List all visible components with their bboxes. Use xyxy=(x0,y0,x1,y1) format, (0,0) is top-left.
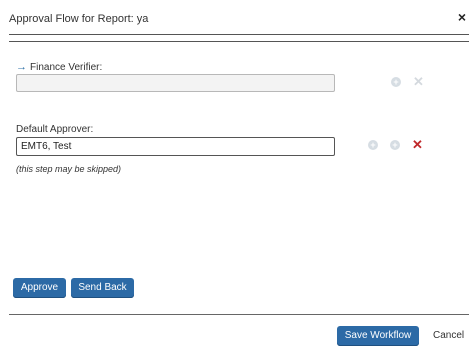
finance-verifier-label: Finance Verifier: xyxy=(30,62,103,73)
cancel-button[interactable]: Cancel xyxy=(433,330,464,341)
finance-verifier-input[interactable] xyxy=(16,74,335,92)
default-approver-label: Default Approver: xyxy=(16,124,94,135)
finance-verifier-label-row: → Finance Verifier: xyxy=(16,61,102,73)
save-workflow-button[interactable]: Save Workflow xyxy=(337,326,419,346)
add-step-below-icon: + xyxy=(390,140,400,150)
approval-flow-dialog: Approval Flow for Report: ya × → Finance … xyxy=(0,0,475,356)
skip-note: (this step may be skipped) xyxy=(16,164,122,174)
add-step-icon: + xyxy=(391,77,401,87)
remove-step-icon: ✕ xyxy=(413,74,424,89)
add-step-above-icon: + xyxy=(368,140,378,150)
remove-approver-icon[interactable]: ✕ xyxy=(412,138,423,151)
send-back-button[interactable]: Send Back xyxy=(71,278,134,298)
default-approver-input[interactable] xyxy=(16,137,335,156)
dialog-title: Approval Flow for Report: ya xyxy=(9,13,149,25)
current-step-arrow-icon: → xyxy=(16,61,27,73)
header-divider-bottom xyxy=(9,41,469,42)
footer-divider xyxy=(9,314,469,315)
approve-button[interactable]: Approve xyxy=(13,278,66,298)
close-icon[interactable]: × xyxy=(458,9,466,25)
header-divider-top xyxy=(9,34,469,35)
